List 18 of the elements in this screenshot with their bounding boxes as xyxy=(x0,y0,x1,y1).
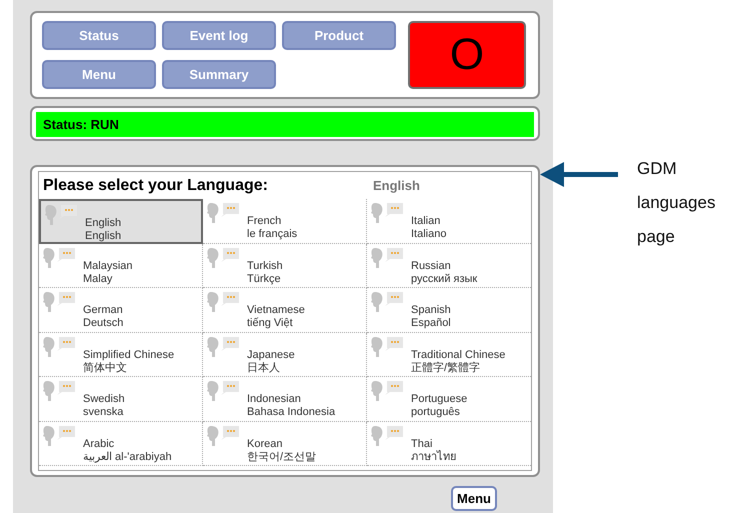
menu-button[interactable]: Menu xyxy=(451,486,497,511)
language-option[interactable]: Japanese 日本人 xyxy=(203,332,367,377)
language-option[interactable]: Swedish svenska xyxy=(39,377,203,422)
language-option[interactable]: Malaysian Malay xyxy=(39,244,203,288)
language-option[interactable]: Turkish Türkçe xyxy=(203,244,367,288)
status-bar: Status: RUN xyxy=(36,112,534,137)
annotation-text: GDM languages page xyxy=(637,158,716,248)
language-option[interactable]: English English xyxy=(39,199,203,244)
language-option[interactable]: Vietnamese tiếng Việt xyxy=(203,288,367,332)
current-language: English xyxy=(373,178,420,193)
language-option[interactable]: Indonesian Bahasa Indonesia xyxy=(203,377,367,422)
status-indicator: O xyxy=(408,21,526,89)
language-option[interactable]: Korean 한국어/조선말 xyxy=(203,422,367,466)
language-option[interactable]: French le français xyxy=(203,199,367,244)
language-option[interactable]: Simplified Chinese 简体中文 xyxy=(39,332,203,377)
arrow-icon xyxy=(540,160,620,190)
panel-title: Please select your Language: xyxy=(43,176,269,194)
language-option[interactable]: German Deutsch xyxy=(39,288,203,332)
